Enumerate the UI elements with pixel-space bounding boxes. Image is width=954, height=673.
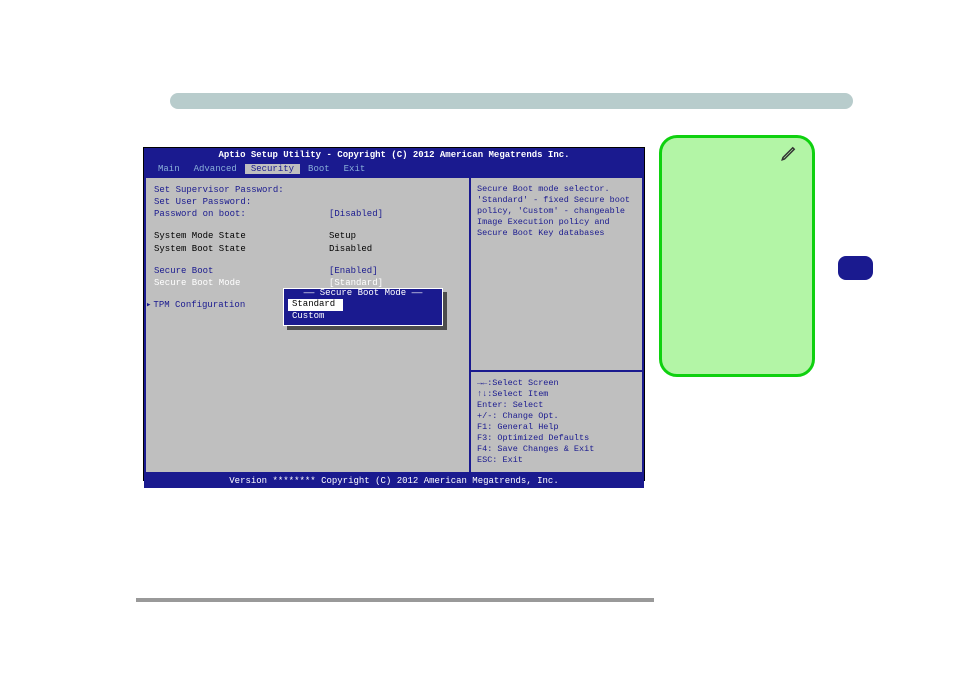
- setting-system-boot: System Boot State Disabled: [154, 243, 461, 255]
- bios-title: Aptio Setup Utility - Copyright (C) 2012…: [144, 148, 644, 162]
- setting-user-password[interactable]: Set User Password:: [154, 196, 461, 208]
- secure-boot-mode-popup: —— Secure Boot Mode —— Standard Custom: [283, 288, 443, 326]
- setting-value: [Enabled]: [329, 265, 378, 277]
- help-key-line: F3: Optimized Defaults: [477, 433, 636, 444]
- tab-exit[interactable]: Exit: [338, 164, 372, 174]
- decorative-bar: [170, 93, 853, 109]
- bios-body: Set Supervisor Password: Set User Passwo…: [144, 176, 644, 474]
- setting-label: Set Supervisor Password:: [154, 184, 329, 196]
- help-key-line: ↑↓:Select Item: [477, 389, 636, 400]
- setting-value: Disabled: [329, 243, 372, 255]
- help-keys: →←:Select Screen ↑↓:Select Item Enter: S…: [471, 370, 642, 472]
- pen-icon: [780, 144, 798, 169]
- help-key-line: F4: Save Changes & Exit: [477, 444, 636, 455]
- tab-boot[interactable]: Boot: [302, 164, 336, 174]
- setting-system-mode: System Mode State Setup: [154, 230, 461, 242]
- setting-secure-boot[interactable]: Secure Boot [Enabled]: [154, 265, 461, 277]
- popup-option-standard[interactable]: Standard: [288, 299, 343, 311]
- popup-option-custom[interactable]: Custom: [288, 311, 438, 323]
- setting-label: System Mode State: [154, 230, 329, 242]
- tab-advanced[interactable]: Advanced: [188, 164, 243, 174]
- setting-password-on-boot[interactable]: Password on boot: [Disabled]: [154, 208, 461, 220]
- setting-label: Secure Boot: [154, 265, 329, 277]
- popup-title: —— Secure Boot Mode ——: [288, 288, 438, 298]
- decorative-pill: [838, 256, 873, 280]
- bios-tab-bar: Main Advanced Security Boot Exit: [144, 162, 644, 176]
- bios-window: Aptio Setup Utility - Copyright (C) 2012…: [143, 147, 645, 481]
- help-key-line: F1: General Help: [477, 422, 636, 433]
- help-key-line: ESC: Exit: [477, 455, 636, 466]
- note-callout: [659, 135, 815, 377]
- popup-title-text: Secure Boot Mode: [320, 288, 406, 298]
- bios-settings-pane: Set Supervisor Password: Set User Passwo…: [144, 176, 469, 474]
- help-key-line: Enter: Select: [477, 400, 636, 411]
- tab-security[interactable]: Security: [245, 164, 300, 174]
- setting-label: System Boot State: [154, 243, 329, 255]
- decorative-divider: [136, 598, 654, 602]
- setting-label: Set User Password:: [154, 196, 329, 208]
- setting-supervisor-password[interactable]: Set Supervisor Password:: [154, 184, 461, 196]
- help-key-line: +/-: Change Opt.: [477, 411, 636, 422]
- submenu-arrow-icon: ▸: [146, 299, 153, 311]
- help-key-line: →←:Select Screen: [477, 378, 636, 389]
- setting-value: Setup: [329, 230, 356, 242]
- bios-footer: Version ******** Copyright (C) 2012 Amer…: [144, 474, 644, 488]
- bios-help-pane: Secure Boot mode selector. 'Standard' - …: [469, 176, 644, 474]
- tab-main[interactable]: Main: [152, 164, 186, 174]
- help-description: Secure Boot mode selector. 'Standard' - …: [471, 178, 642, 370]
- setting-label: Password on boot:: [154, 208, 329, 220]
- setting-value: [Disabled]: [329, 208, 383, 220]
